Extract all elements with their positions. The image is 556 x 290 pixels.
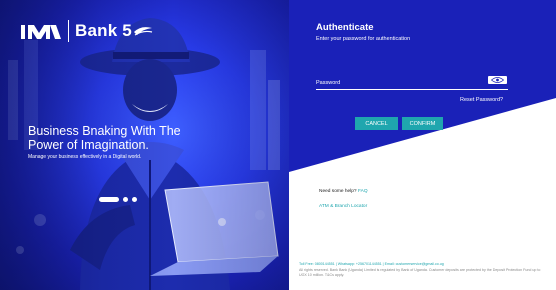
eye-icon-glyph xyxy=(491,77,504,83)
hero-title: Business Bnaking With The Power of Imagi… xyxy=(28,124,181,152)
logo-mark-icon xyxy=(21,25,61,39)
explore-products-link[interactable]: Explore your products xyxy=(367,154,421,160)
login-page: Bank 5 Business Bnaking With The Power o… xyxy=(0,0,556,290)
brand-name: Bank 5 xyxy=(75,21,132,40)
help-section: Need some help? FAQ xyxy=(319,189,368,194)
eye-icon[interactable] xyxy=(488,76,507,84)
auth-subtitle: Enter your password for authentication xyxy=(316,36,411,42)
help-question: Need some help? xyxy=(319,189,357,194)
hero-subtitle: Manage your business effectively in a Di… xyxy=(28,154,142,160)
logo-divider xyxy=(68,20,69,42)
brand-logo: Bank 5 xyxy=(20,20,153,42)
carousel-dot-active[interactable] xyxy=(99,197,119,202)
footer-legal: All rights reserved. Bank Bank (Uganda) … xyxy=(299,268,541,277)
password-label: Password xyxy=(316,80,341,86)
footer-contact: Toll Free: 0800144551 | Whatsapp: +25670… xyxy=(299,262,444,266)
confirm-button[interactable]: CONFIRM xyxy=(402,117,443,130)
logo-swoosh-icon xyxy=(133,27,153,36)
auth-panel: Authenticate Enter your password for aut… xyxy=(289,0,556,290)
hero-banner: Bank 5 Business Bnaking With The Power o… xyxy=(0,0,289,290)
carousel-indicators xyxy=(99,197,141,202)
carousel-dot[interactable] xyxy=(132,197,137,202)
password-field[interactable] xyxy=(316,89,508,90)
atm-branch-locator-link[interactable]: ATM & Branch Locator xyxy=(319,204,367,209)
auth-title: Authenticate xyxy=(316,22,374,33)
sign-up-link[interactable]: Sign Up xyxy=(440,154,460,160)
auth-panel-background xyxy=(289,0,556,172)
faq-link[interactable]: FAQ xyxy=(358,189,368,194)
carousel-dot[interactable] xyxy=(123,197,128,202)
reset-password-link[interactable]: Reset Password? xyxy=(460,97,503,103)
cancel-button[interactable]: CANCEL xyxy=(355,117,398,130)
